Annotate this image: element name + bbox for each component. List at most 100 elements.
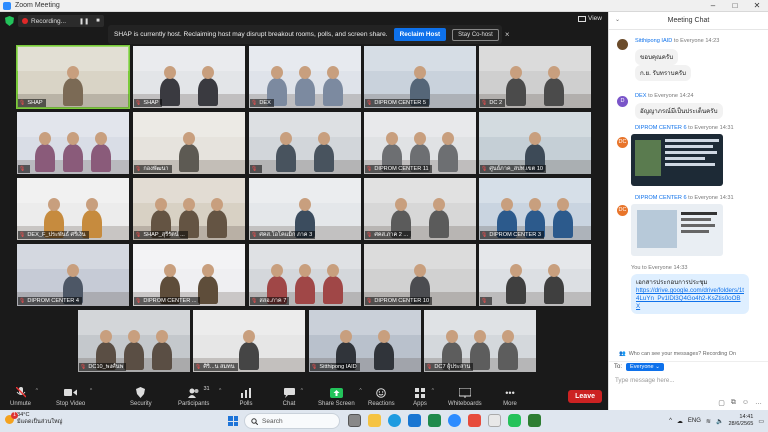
stay-cohost-button[interactable]: Stay Co-host: [452, 28, 499, 41]
maximize-button[interactable]: □: [724, 0, 746, 12]
security-button[interactable]: Security: [130, 387, 152, 407]
share-caret-icon[interactable]: ^: [359, 388, 361, 394]
reclaim-host-button[interactable]: Reclaim Host: [393, 28, 447, 41]
volume-icon[interactable]: 🔈: [716, 418, 723, 425]
video-tile[interactable]: 🎙 DEX: [249, 46, 361, 108]
chat-button[interactable]: Chat ^: [282, 387, 303, 407]
video-tile[interactable]: 🎙 SHAP: [133, 46, 245, 108]
video-tile[interactable]: 🎙 DIPROM CENTER ...: [133, 244, 245, 306]
powerpoint-icon[interactable]: [468, 414, 481, 427]
leave-button[interactable]: Leave: [568, 390, 602, 403]
video-tile[interactable]: 🎙 DC10_พงศ์นพ: [78, 310, 190, 372]
mic-muted-icon: 🎙: [366, 298, 373, 304]
wifi-icon[interactable]: ≋: [706, 418, 711, 425]
participants-caret-icon[interactable]: ^: [219, 388, 221, 394]
notifications-icon[interactable]: ▭: [758, 418, 764, 425]
more-button[interactable]: ••• More: [503, 387, 517, 407]
apps-button[interactable]: Apps ^: [413, 387, 434, 407]
language-indicator[interactable]: ENG: [688, 418, 701, 424]
timestamp: 14:23: [705, 38, 720, 44]
whiteboards-button[interactable]: Whiteboards: [448, 387, 482, 407]
video-tile[interactable]: 🎙 ศูนย์ภาค_สปท.เขต 10: [479, 112, 591, 174]
to-label: To:: [614, 364, 623, 370]
who-can-see-notice[interactable]: 👥 Who can see your messages? Recording O…: [609, 349, 768, 358]
share-screen-button[interactable]: Share Screen ^: [318, 387, 362, 407]
line-app-icon[interactable]: [508, 414, 521, 427]
video-tile[interactable]: 🎙 DIPROM CENTER 11: [364, 112, 476, 174]
view-button[interactable]: View: [578, 15, 602, 22]
polls-button[interactable]: Polls: [239, 387, 253, 407]
taskbar-search[interactable]: Search: [244, 413, 340, 429]
video-tile[interactable]: 🎙 ศคส.โอโคแม็ก ภาค 3: [249, 178, 361, 240]
file-icon[interactable]: ▢: [718, 399, 725, 407]
message-bubble[interactable]: ก.ย. รับทราบครับ: [635, 65, 691, 81]
pause-recording-icon[interactable]: ❚❚: [79, 18, 89, 25]
excel-icon[interactable]: [428, 414, 441, 427]
windows-start-icon[interactable]: [228, 416, 238, 426]
task-view-icon[interactable]: [348, 414, 361, 427]
video-tile[interactable]: 🎙: [479, 244, 591, 306]
video-tile[interactable]: 🎙 ศคส.ภาค 2 ...: [364, 178, 476, 240]
chat-caret-icon[interactable]: ^: [301, 388, 303, 394]
weather-widget[interactable]: 1 34°C มีแดดเป็นส่วนใหญ่: [5, 411, 62, 426]
video-tile[interactable]: 🎙 DIPROM CENTER 10: [364, 244, 476, 306]
message-bubble[interactable]: อัญญาภรณ์มีเป็นประเด็นครับ: [635, 103, 723, 119]
video-tile[interactable]: 🎙: [249, 112, 361, 174]
video-tile[interactable]: 🎙 DC 2: [479, 46, 591, 108]
close-banner-icon[interactable]: ×: [505, 30, 510, 39]
participants-button[interactable]: 31 Participants ^: [178, 386, 221, 407]
my-message-bubble[interactable]: เอกสารประกอบการประชุม https://drive.goog…: [631, 274, 749, 314]
mic-muted-icon: 🎙: [481, 232, 488, 238]
screenshot-icon[interactable]: ⧉: [731, 399, 736, 407]
video-tile[interactable]: 🎙 DIPROM CENTER 5: [364, 46, 476, 108]
video-tile[interactable]: 🎙 DC7 ผู้ประสาน: [424, 310, 536, 372]
participant-name-tag: 🎙 ศูนย์ภาค_สปท.เขต 10: [480, 165, 547, 173]
file-explorer-icon[interactable]: [368, 414, 381, 427]
video-tile[interactable]: 🎙 สสอ.ภาค 7: [249, 244, 361, 306]
recipient: to Everyone: [648, 93, 678, 99]
tray-chevron-icon[interactable]: ^: [669, 418, 672, 424]
video-tile[interactable]: 🎙 DIPROM CENTER 4: [17, 244, 129, 306]
zoom-taskbar-icon[interactable]: [448, 414, 461, 427]
video-tile[interactable]: 🎙 DEX_F_ประพันธ์ ศรีเงิน: [17, 178, 129, 240]
chat-title: Meeting Chat: [667, 17, 710, 24]
video-tile[interactable]: 🎙 กองพัฒนา: [133, 112, 245, 174]
mic-muted-icon: [14, 387, 28, 398]
video-tile[interactable]: 🎙 ศิริ...น สมทน: [193, 310, 305, 372]
minimize-button[interactable]: –: [702, 0, 724, 12]
chat-popout-icon[interactable]: ⌄: [615, 16, 620, 23]
encryption-shield-icon[interactable]: [5, 16, 14, 26]
more-options-icon[interactable]: …: [755, 399, 762, 407]
video-tile[interactable]: 🎙 SHAP: [16, 45, 130, 109]
clock[interactable]: 14:41 28/6/2565: [728, 414, 753, 428]
message-input[interactable]: Type message here...: [615, 377, 675, 384]
unmute-button[interactable]: Unmute ^: [10, 387, 38, 407]
apps-caret-icon[interactable]: ^: [432, 388, 434, 394]
video-tile[interactable]: 🎙 Sitthipong IAID: [309, 310, 421, 372]
chrome-icon[interactable]: [488, 414, 501, 427]
shared-image-thumbnail[interactable]: [631, 204, 723, 256]
cloud-icon[interactable]: ☁: [677, 418, 683, 425]
reactions-button[interactable]: Reactions: [368, 387, 395, 407]
settings-app-icon[interactable]: [528, 414, 541, 427]
chat-tools: ▢ ⧉ ☺ …: [718, 399, 762, 407]
video-options-caret-icon[interactable]: ^: [90, 388, 92, 394]
recipient-dropdown[interactable]: Everyone ⌄: [626, 363, 664, 371]
drive-link[interactable]: https://drive.google.com/drive/folders/1…: [636, 287, 744, 311]
video-tile[interactable]: 🎙: [17, 112, 129, 174]
message-bubble[interactable]: ขอบคุณครับ: [635, 49, 679, 65]
video-feed: [479, 244, 591, 306]
mic-muted-icon: 🎙: [19, 100, 26, 106]
people-icon: 👥: [619, 350, 626, 357]
word-icon[interactable]: [408, 414, 421, 427]
edge-browser-icon[interactable]: [388, 414, 401, 427]
video-tile[interactable]: 🎙 DIPROM CENTER 3: [479, 178, 591, 240]
stop-video-button[interactable]: Stop Video ^: [56, 387, 92, 407]
message-header: You to Everyone 14:33: [631, 265, 687, 271]
stop-recording-icon[interactable]: ■: [96, 18, 100, 24]
close-button[interactable]: ✕: [746, 0, 768, 12]
shared-image-thumbnail[interactable]: [631, 134, 723, 186]
video-tile[interactable]: 🎙 SHAP_สุรีรัตน์ ...: [133, 178, 245, 240]
audio-options-caret-icon[interactable]: ^: [36, 388, 38, 394]
emoji-icon[interactable]: ☺: [742, 399, 749, 407]
